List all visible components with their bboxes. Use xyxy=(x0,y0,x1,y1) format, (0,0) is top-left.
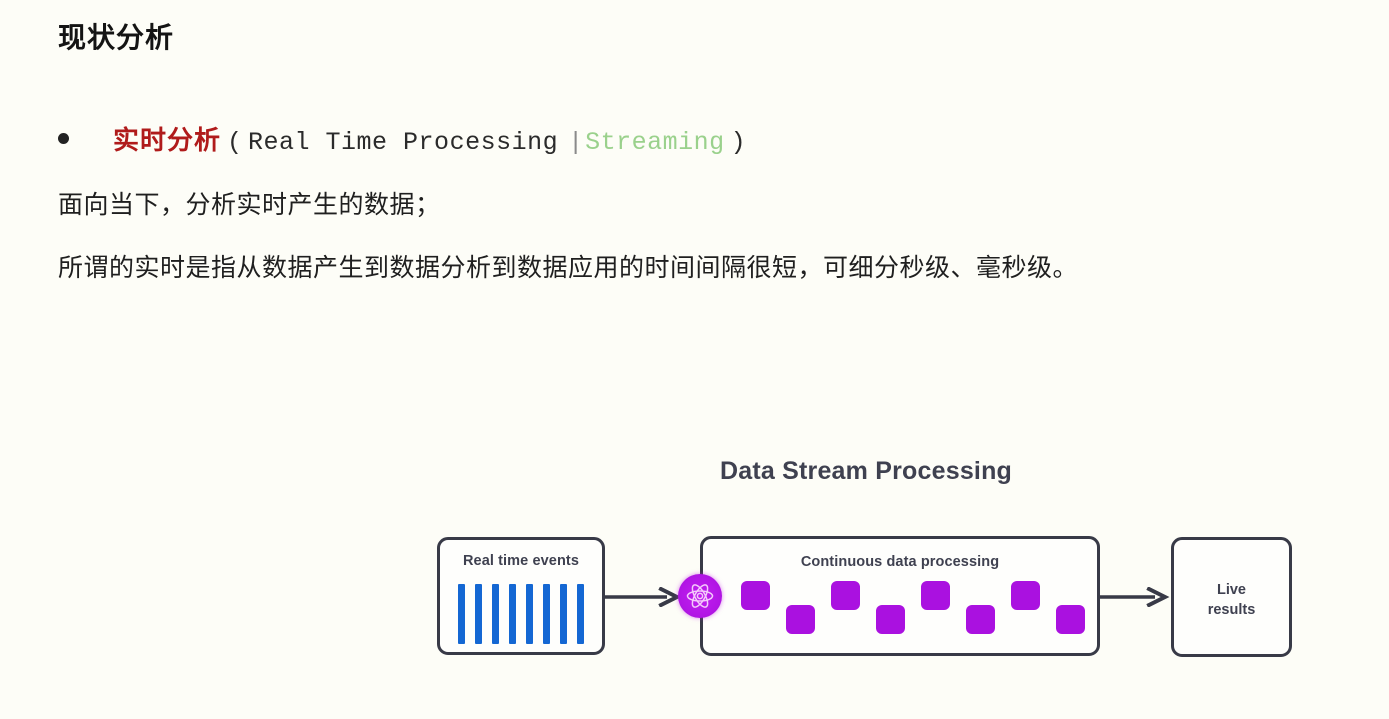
term-english: Real Time Processing xyxy=(248,128,559,157)
event-bar xyxy=(492,584,499,644)
stage-live-results: Live results xyxy=(1171,537,1292,657)
arrow-right-icon xyxy=(605,587,682,607)
data-stream-processing-diagram: Data Stream Processing Real time events … xyxy=(0,0,1389,719)
processing-squares-group xyxy=(741,579,1089,651)
processing-square xyxy=(741,581,770,610)
body-paragraph-1: 面向当下，分析实时产生的数据； xyxy=(58,191,441,219)
page-title: 现状分析 xyxy=(58,22,175,53)
processing-square xyxy=(966,605,995,634)
processing-square xyxy=(831,581,860,610)
event-bars-group xyxy=(440,583,602,645)
paren-close: ) xyxy=(730,128,746,157)
processing-square xyxy=(786,605,815,634)
processing-square xyxy=(876,605,905,634)
event-bar xyxy=(560,584,567,644)
stage-real-time-events: Real time events xyxy=(437,537,605,655)
event-bar xyxy=(458,584,465,644)
processing-square xyxy=(1011,581,1040,610)
term-separator: | xyxy=(568,128,584,157)
term-chinese: 实时分析 xyxy=(113,125,222,155)
paren-open: ( xyxy=(227,128,243,157)
live-results-line-2: results xyxy=(1207,601,1256,618)
processing-square xyxy=(921,581,950,610)
bullet-dot-icon xyxy=(58,133,69,144)
live-results-line-1: Live xyxy=(1216,582,1246,598)
atom-icon xyxy=(686,584,714,608)
stage-label-continuous-data-processing: Continuous data processing xyxy=(800,554,1000,570)
body-paragraph-2: 所谓的实时是指从数据产生到数据分析到数据应用的时间间隔很短，可细分秒级、毫秒级。 xyxy=(58,254,1079,282)
stage-label-real-time-events: Real time events xyxy=(462,553,580,569)
atom-node xyxy=(678,574,722,618)
term-english-alt: Streaming xyxy=(585,128,725,157)
arrow-right-icon xyxy=(1100,587,1170,607)
stage-label-live-results: Live results xyxy=(1174,581,1289,620)
diagram-title: Data Stream Processing xyxy=(719,457,1013,485)
bullet-item: 实时分析 ( Real Time Processing | Streaming … xyxy=(58,120,752,157)
processing-square xyxy=(1056,605,1085,634)
event-bar xyxy=(577,584,584,644)
event-bar xyxy=(543,584,550,644)
event-bar xyxy=(526,584,533,644)
event-bar xyxy=(509,584,516,644)
event-bar xyxy=(475,584,482,644)
stage-continuous-data-processing: Continuous data processing xyxy=(700,536,1100,656)
